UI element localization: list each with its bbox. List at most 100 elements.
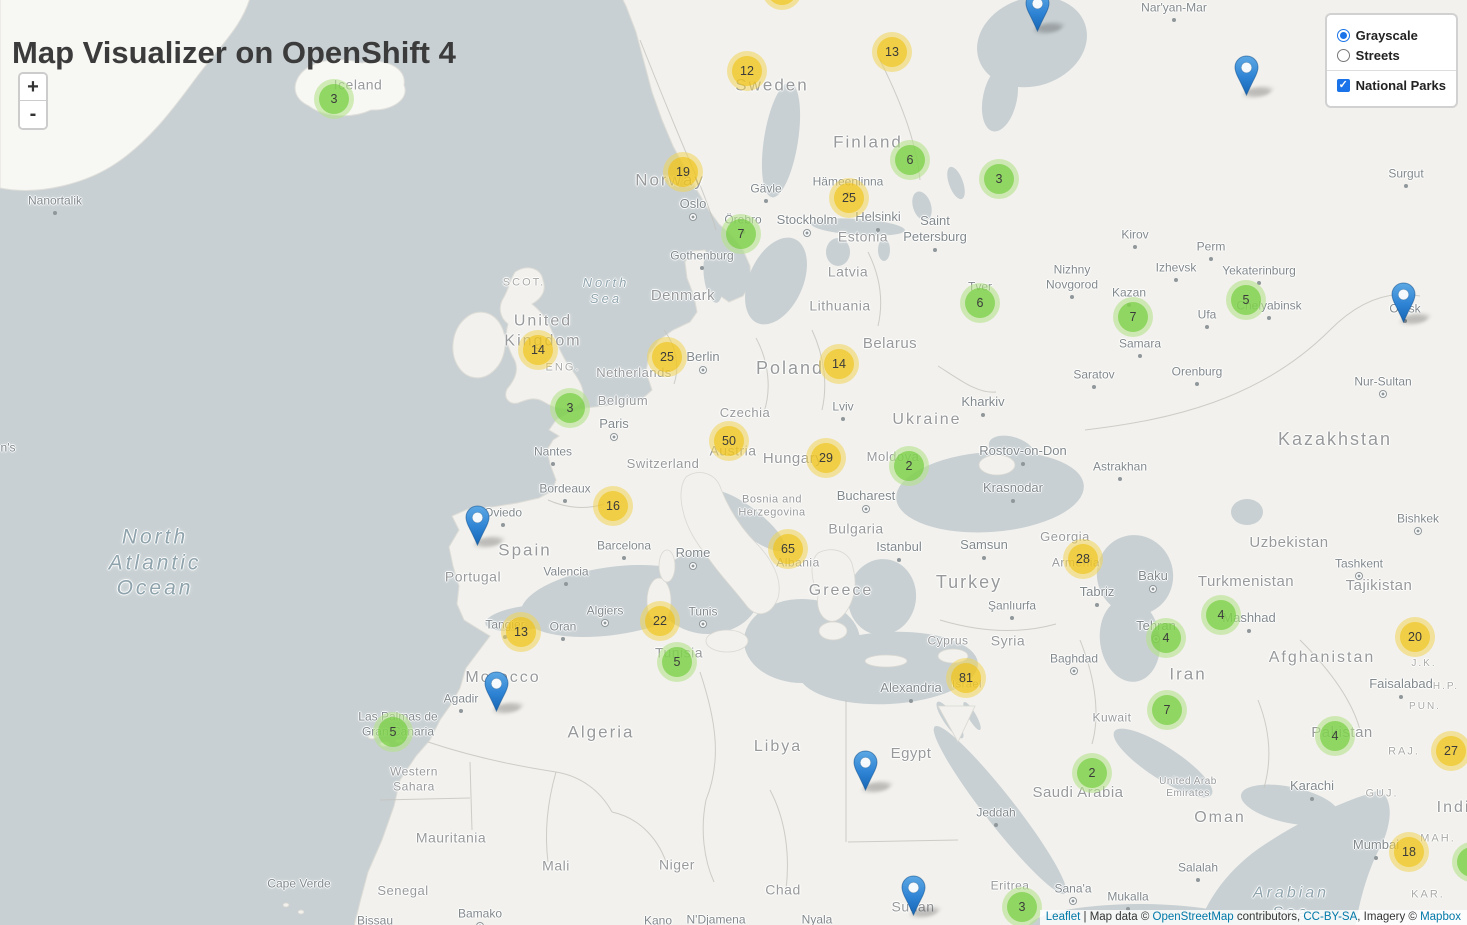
- marker-cluster-5[interactable]: 5: [657, 642, 697, 682]
- map-label-niger: Niger: [659, 856, 695, 873]
- marker-cluster-4[interactable]: 4: [1315, 716, 1355, 756]
- map-pin-icon[interactable]: [465, 505, 490, 546]
- marker-cluster-28[interactable]: 28: [1063, 539, 1103, 579]
- marker-cluster-edge[interactable]: [762, 0, 802, 10]
- radio-checked-icon[interactable]: [1337, 29, 1350, 42]
- attribution-link[interactable]: Leaflet: [1046, 911, 1081, 923]
- marker-cluster-4[interactable]: 4: [1146, 618, 1186, 658]
- cluster-count: 25: [834, 183, 864, 213]
- marker-cluster-27[interactable]: 27: [1431, 731, 1467, 771]
- marker-cluster-16[interactable]: 16: [593, 486, 633, 526]
- marker-cluster-5[interactable]: 5: [373, 712, 413, 752]
- layer-option-national-parks[interactable]: ✓ National Parks: [1337, 78, 1446, 93]
- marker-cluster-18[interactable]: 18: [1389, 832, 1429, 872]
- cluster-count: 50: [714, 426, 744, 456]
- checkbox-checked-icon[interactable]: ✓: [1337, 79, 1350, 92]
- layer-option-grayscale[interactable]: Grayscale: [1337, 28, 1446, 43]
- cluster-count: 22: [645, 606, 675, 636]
- capital-marker-icon: [1069, 897, 1077, 905]
- map-label-lithuania: Lithuania: [809, 297, 870, 314]
- map-label-north-sea: North Sea: [583, 275, 630, 307]
- city-dot-icon: [1209, 257, 1213, 261]
- city-dot-icon: [1092, 385, 1096, 389]
- marker-cluster-65[interactable]: 65: [768, 529, 808, 569]
- attribution-link[interactable]: Mapbox: [1420, 911, 1461, 923]
- attribution-link[interactable]: CC-BY-SA: [1303, 911, 1357, 923]
- marker-cluster-50[interactable]: 50: [709, 421, 749, 461]
- marker-cluster-3[interactable]: 3: [979, 159, 1019, 199]
- layer-option-label: National Parks: [1356, 78, 1446, 93]
- city-dot-icon: [1267, 316, 1271, 320]
- map-label-scot: SCOT.: [503, 276, 545, 289]
- map-label-egypt: Egypt: [891, 745, 932, 763]
- map-pin-icon[interactable]: [1025, 0, 1050, 32]
- marker-cluster-13[interactable]: 13: [501, 612, 541, 652]
- city-dot-icon: [981, 413, 985, 417]
- zoom-in-button[interactable]: +: [20, 74, 46, 101]
- cluster-count: 25: [652, 342, 682, 372]
- map-pin-icon[interactable]: [1391, 282, 1416, 323]
- city-dot-icon: [764, 199, 768, 203]
- layer-option-streets[interactable]: Streets: [1337, 48, 1446, 63]
- map-label-astrakhan: Astrakhan: [1093, 460, 1147, 475]
- map-label-salalah: Salalah: [1178, 861, 1218, 876]
- marker-cluster-2[interactable]: 2: [1072, 753, 1112, 793]
- marker-cluster-19[interactable]: 19: [663, 152, 703, 192]
- capital-marker-icon: [1414, 527, 1422, 535]
- marker-cluster-7[interactable]: 7: [1147, 690, 1187, 730]
- radio-unchecked-icon[interactable]: [1337, 49, 1350, 62]
- cluster-count: 7: [1152, 695, 1182, 725]
- marker-cluster-3[interactable]: 3: [550, 388, 590, 428]
- map-pin-icon[interactable]: [484, 671, 509, 712]
- map-label-kano: Kano: [644, 914, 672, 925]
- marker-cluster-13[interactable]: 13: [872, 32, 912, 72]
- map-label-samsun: Samsun: [960, 537, 1008, 553]
- map-label-turkey: Turkey: [936, 572, 1002, 594]
- capital-marker-icon: [601, 619, 609, 627]
- cluster-count: 16: [598, 491, 628, 521]
- map-label-kar: KAR.: [1411, 888, 1445, 901]
- map-label-n-djamena: N'Djamena: [687, 913, 746, 925]
- marker-cluster-20[interactable]: 20: [1395, 617, 1435, 657]
- marker-cluster-22[interactable]: 22: [640, 601, 680, 641]
- marker-cluster-14[interactable]: 14: [819, 344, 859, 384]
- marker-cluster-7[interactable]: 7: [721, 214, 761, 254]
- map-label-iran: Iran: [1169, 665, 1206, 686]
- map-label-algeria: Algeria: [568, 723, 635, 744]
- city-dot-icon: [1374, 856, 1378, 860]
- marker-cluster-5[interactable]: 5: [1226, 280, 1266, 320]
- map-label-surgut: Surgut: [1388, 167, 1423, 182]
- marker-cluster-7[interactable]: 7: [1113, 297, 1153, 337]
- city-dot-icon: [1205, 325, 1209, 329]
- city-dot-icon: [1010, 616, 1014, 620]
- marker-cluster-2[interactable]: 2: [889, 446, 929, 486]
- map-label-mukalla: Mukalla: [1107, 890, 1148, 905]
- marker-cluster-14[interactable]: 14: [518, 330, 558, 370]
- marker-cluster-3[interactable]: 3: [1002, 887, 1042, 925]
- layer-option-label: Streets: [1356, 48, 1400, 63]
- map-pin-icon[interactable]: [853, 750, 878, 791]
- zoom-out-button[interactable]: -: [20, 101, 46, 128]
- capital-marker-icon: [689, 562, 697, 570]
- layer-option-label: Grayscale: [1356, 28, 1418, 43]
- marker-cluster-3[interactable]: 3: [314, 79, 354, 119]
- marker-cluster-12[interactable]: 12: [727, 51, 767, 91]
- marker-cluster-25[interactable]: 25: [647, 337, 687, 377]
- attribution-link[interactable]: OpenStreetMap: [1153, 911, 1234, 923]
- marker-cluster-6[interactable]: 6: [960, 283, 1000, 323]
- marker-cluster-edge[interactable]: [1452, 842, 1467, 882]
- marker-cluster-29[interactable]: 29: [806, 438, 846, 478]
- layer-separator: [1327, 70, 1456, 71]
- map-pin-icon[interactable]: [1234, 55, 1259, 96]
- marker-cluster-4[interactable]: 4: [1201, 595, 1241, 635]
- zoom-control: + -: [18, 72, 48, 130]
- map-label-cyprus: Cyprus: [927, 634, 968, 649]
- map-label-greece: Greece: [809, 581, 873, 601]
- marker-cluster-6[interactable]: 6: [890, 140, 930, 180]
- marker-cluster-25[interactable]: 25: [829, 178, 869, 218]
- marker-cluster-81[interactable]: 81: [946, 658, 986, 698]
- map-label-karachi: Karachi: [1290, 778, 1334, 794]
- cluster-count: 4: [1151, 623, 1181, 653]
- city-dot-icon: [994, 823, 998, 827]
- map-pin-icon[interactable]: [901, 875, 926, 916]
